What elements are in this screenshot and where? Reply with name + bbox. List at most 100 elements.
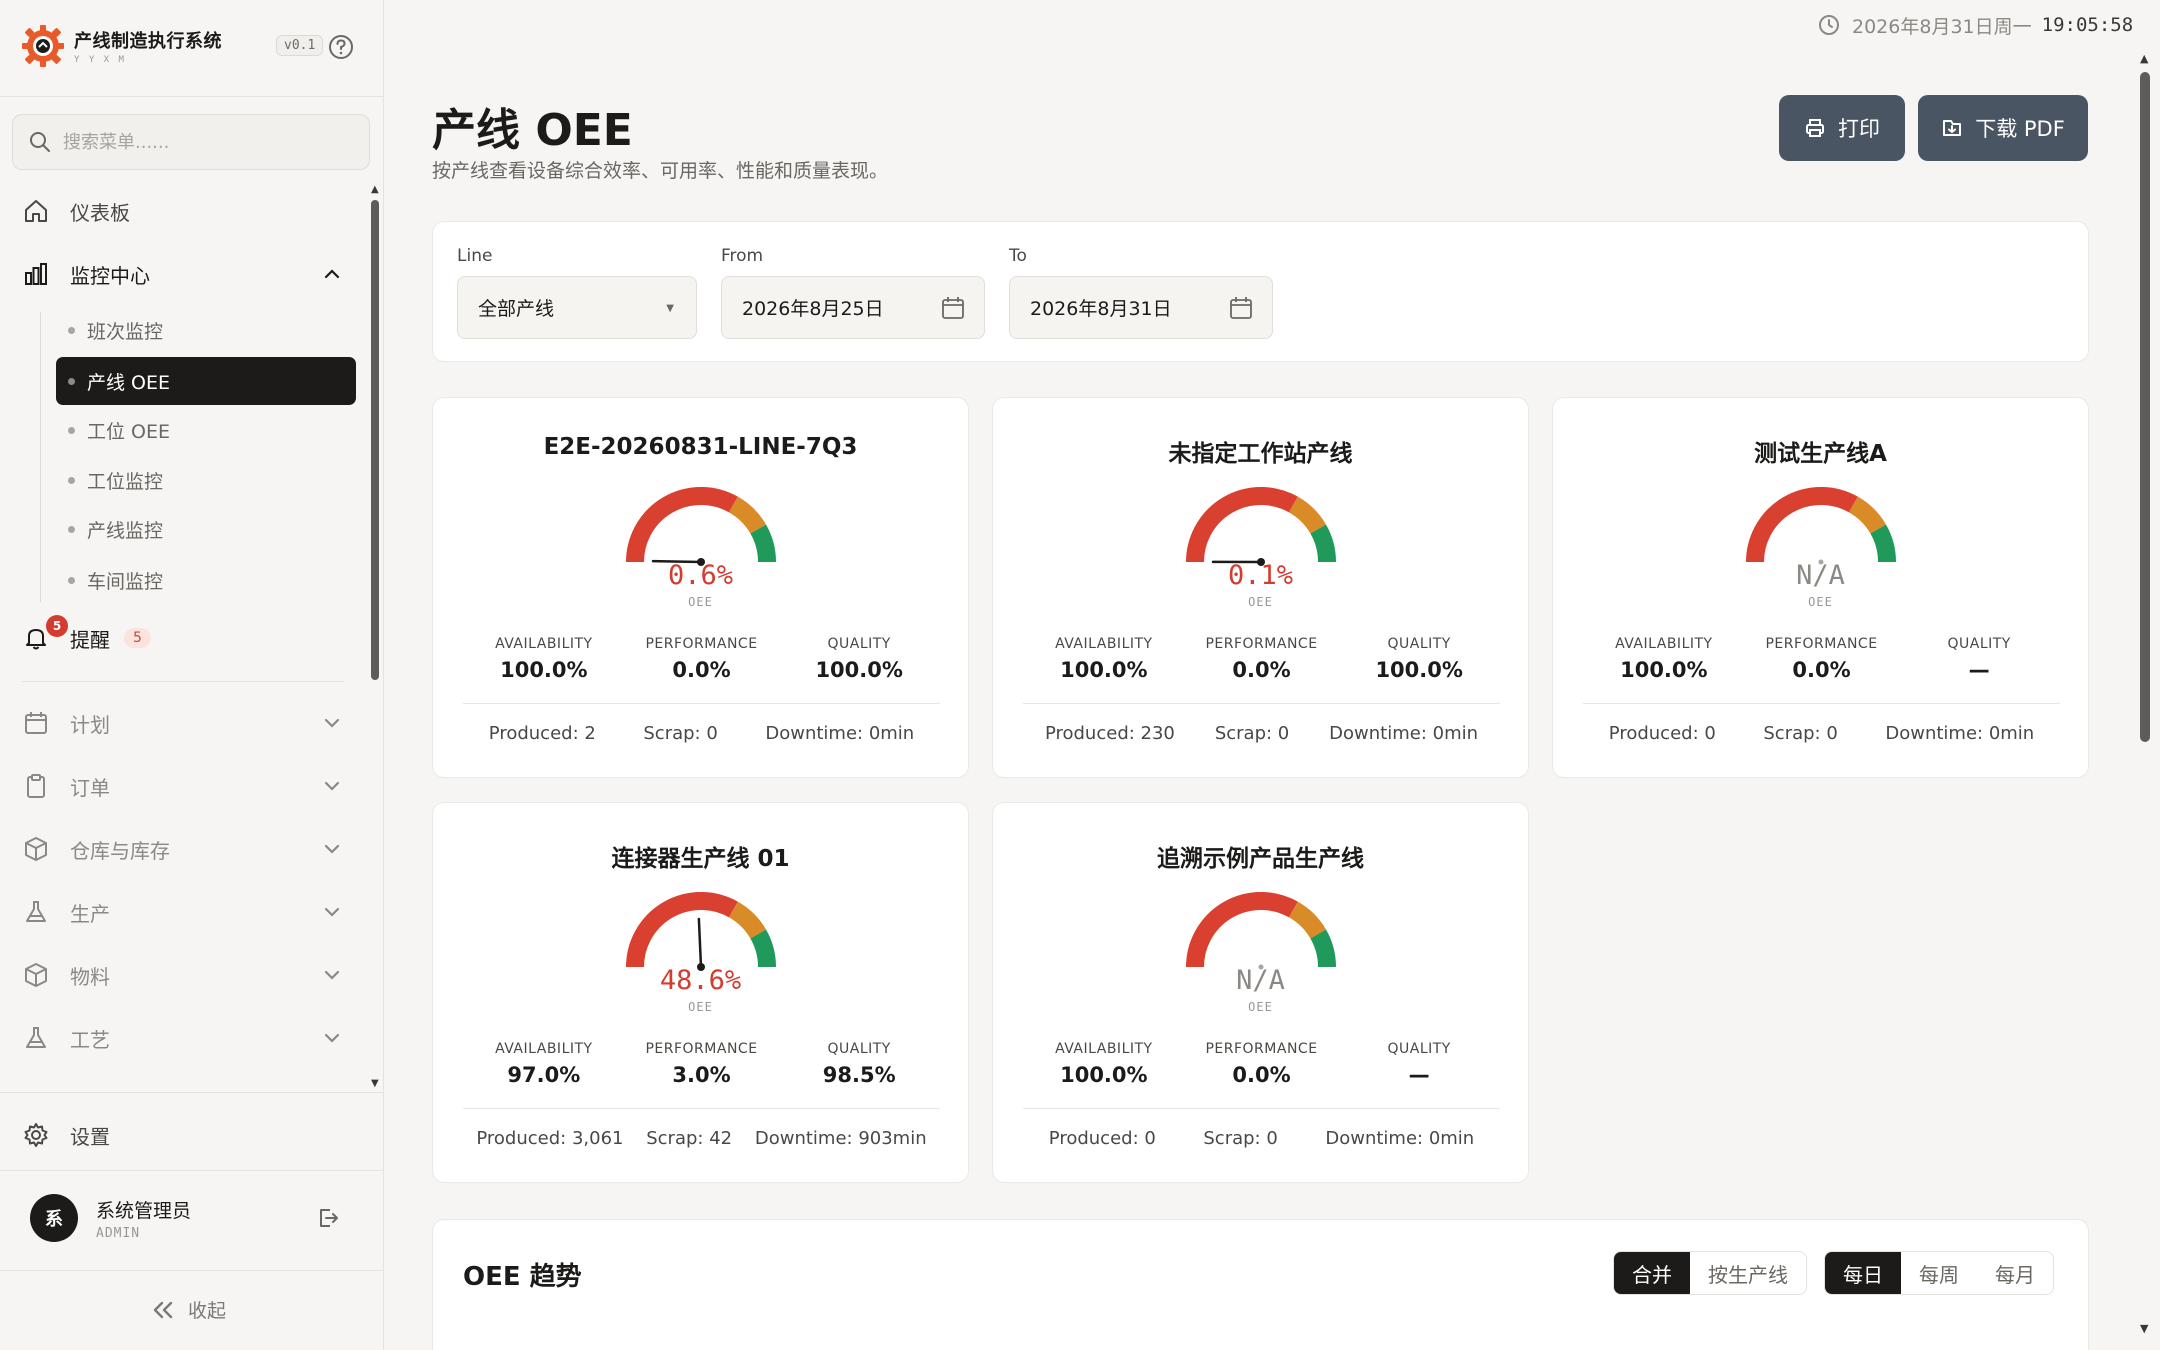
- line-name: 测试生产线A: [1754, 441, 1887, 467]
- home-icon: [25, 200, 47, 222]
- oee-label: OEE: [688, 595, 713, 609]
- sidebar-item-orders[interactable]: 订单: [22, 761, 352, 811]
- sidebar-scroll-down[interactable]: ▼: [371, 1078, 379, 1089]
- mode-merged-button[interactable]: 合并: [1614, 1252, 1690, 1294]
- oee-value: N/A: [1796, 560, 1845, 591]
- sidebar-item-label: 监控中心: [70, 263, 150, 288]
- sidebar-scroll-up[interactable]: ▲: [371, 184, 379, 195]
- gauge-green-segment: [1310, 929, 1337, 968]
- sidebar-subitem-line-oee[interactable]: 产线 OEE: [56, 357, 356, 405]
- oee-value: 48.6%: [659, 965, 742, 996]
- produced-count: Produced: 230: [1044, 723, 1175, 744]
- sidebar-subitem-station-monitor[interactable]: 工位监控: [56, 456, 356, 504]
- search-box[interactable]: [12, 114, 370, 170]
- sidebar-item-production[interactable]: 生产: [22, 887, 352, 937]
- sidebar-item-label: 仓库与库存: [70, 838, 170, 863]
- sidebar-item-alerts[interactable]: 提醒 5: [22, 613, 352, 663]
- page-scrollbar[interactable]: [2140, 72, 2150, 742]
- metric-row: AVAILABILITY 100.0% PERFORMANCE 0.0% QUA…: [1585, 636, 2058, 696]
- sidebar-item-plan[interactable]: 计划: [22, 698, 352, 748]
- stats-row: Produced: 0 Scrap: 0 Downtime: 0min: [1585, 723, 2058, 744]
- user-role: ADMIN: [96, 1225, 141, 1241]
- metric-label: QUALITY: [827, 636, 891, 652]
- produced-count: Produced: 0: [1608, 723, 1716, 744]
- sidebar-divider: [0, 96, 384, 97]
- to-filter-label: To: [1009, 246, 1027, 266]
- gauge-green-segment: [1870, 524, 1897, 563]
- bullet-dot: [68, 576, 75, 584]
- collapse-sidebar-button[interactable]: 收起: [150, 1296, 226, 1323]
- metric-row: AVAILABILITY 97.0% PERFORMANCE 3.0% QUAL…: [465, 1041, 938, 1101]
- metric-label: QUALITY: [827, 1041, 891, 1057]
- quality-value: —: [1408, 1063, 1430, 1087]
- oee-trend-panel: OEE 趋势 合并 按生产线 每日 每周 每月: [432, 1219, 2089, 1350]
- to-date-input[interactable]: 2026年8月31日: [1009, 276, 1273, 339]
- sidebar-item-monitor[interactable]: 监控中心: [22, 249, 352, 299]
- line-select[interactable]: 全部产线 ▼: [457, 276, 697, 339]
- availability-metric: AVAILABILITY 100.0%: [1025, 1041, 1183, 1101]
- print-button[interactable]: 打印: [1779, 95, 1905, 161]
- package-icon: [25, 963, 47, 987]
- logout-icon[interactable]: [316, 1206, 340, 1230]
- period-weekly-button[interactable]: 每周: [1901, 1252, 1977, 1294]
- sidebar-subitem-station-oee[interactable]: 工位 OEE: [56, 406, 356, 454]
- sidebar-item-label: 仪表板: [70, 200, 130, 225]
- sidebar-item-settings[interactable]: 设置: [22, 1110, 110, 1160]
- calendar-icon[interactable]: [1228, 295, 1254, 321]
- card-divider: [463, 703, 940, 704]
- page-scroll-up[interactable]: ▲: [2140, 52, 2148, 65]
- page-scroll-down[interactable]: ▼: [2140, 1322, 2148, 1335]
- sidebar-subitem-label: 班次监控: [87, 320, 164, 343]
- line-oee-card[interactable]: 追溯示例产品生产线 N/A OEE AVAILABILITY 100.0% PE…: [992, 802, 1529, 1183]
- line-oee-card[interactable]: E2E-20260831-LINE-7Q3 0.6% OEE AVAILABIL…: [432, 397, 969, 778]
- period-daily-button[interactable]: 每日: [1825, 1252, 1901, 1294]
- bullet-dot: [68, 326, 75, 334]
- sidebar-item-label: 工艺: [70, 1027, 110, 1052]
- line-oee-card[interactable]: 测试生产线A N/A OEE AVAILABILITY 100.0% PERFO…: [1552, 397, 2089, 778]
- collapse-label: 收起: [188, 1300, 227, 1322]
- mode-by-line-button[interactable]: 按生产线: [1690, 1252, 1806, 1294]
- filter-panel: Line 全部产线 ▼ From 2026年8月25日 To 2026年8月31…: [432, 221, 2089, 362]
- oee-value: N/A: [1236, 965, 1285, 996]
- availability-metric: AVAILABILITY 100.0%: [1025, 636, 1183, 696]
- sidebar-item-materials[interactable]: 物料: [22, 950, 352, 1000]
- performance-metric: PERFORMANCE 0.0%: [623, 636, 781, 696]
- sidebar-item-label: 订单: [70, 775, 110, 800]
- sidebar-subitem-line-monitor[interactable]: 产线监控: [56, 505, 356, 553]
- printer-icon: [1806, 119, 1824, 137]
- sidebar-subitem-workshop-monitor[interactable]: 车间监控: [56, 556, 356, 604]
- line-oee-card[interactable]: 连接器生产线 01 48.6% OEE AVAILABILITY 97.0% P…: [432, 802, 969, 1183]
- trend-title: OEE 趋势: [463, 1262, 582, 1292]
- gauge-green-segment: [750, 524, 777, 563]
- sidebar-item-process[interactable]: 工艺: [22, 1013, 352, 1063]
- line-name: E2E-20260831-LINE-7Q3: [543, 434, 858, 460]
- stats-row: Produced: 2 Scrap: 0 Downtime: 0min: [465, 723, 938, 744]
- performance-value: 0.0%: [1232, 658, 1291, 682]
- line-oee-card[interactable]: 未指定工作站产线 0.1% OEE AVAILABILITY 100.0% PE…: [992, 397, 1529, 778]
- scrap-count: Scrap: 0: [643, 723, 718, 744]
- sidebar-item-warehouse[interactable]: 仓库与库存: [22, 824, 352, 874]
- gauge-orange-segment: [728, 496, 766, 534]
- from-date-input[interactable]: 2026年8月25日: [721, 276, 985, 339]
- sidebar-item-dashboard[interactable]: 仪表板: [22, 186, 352, 236]
- sidebar-scrollbar[interactable]: [371, 200, 379, 680]
- gauge-red-segment: [1186, 487, 1298, 563]
- quality-metric: QUALITY 100.0%: [780, 636, 938, 696]
- question-circle-icon[interactable]: [328, 34, 354, 60]
- metric-label: AVAILABILITY: [495, 636, 593, 652]
- oee-label: OEE: [1248, 1000, 1273, 1014]
- performance-value: 0.0%: [1792, 658, 1851, 682]
- oee-value: 0.1%: [1227, 560, 1294, 591]
- brand[interactable]: 产线制造执行系统 Y Y X M v0.1: [20, 22, 360, 70]
- download-pdf-button[interactable]: 下载 PDF: [1918, 95, 2088, 161]
- calendar-icon[interactable]: [940, 295, 966, 321]
- clock-date: 2026年8月31日周一: [1852, 15, 2032, 38]
- brand-title: 产线制造执行系统: [74, 31, 222, 52]
- chevron-down-icon: [324, 970, 340, 980]
- sidebar-subitem-shift-monitor[interactable]: 班次监控: [56, 306, 356, 354]
- period-monthly-button[interactable]: 每月: [1977, 1252, 2053, 1294]
- search-input[interactable]: [63, 131, 343, 153]
- user-profile[interactable]: 系 系统管理员 ADMIN: [30, 1192, 350, 1244]
- bullet-dot: [68, 476, 75, 484]
- availability-value: 100.0%: [500, 658, 588, 682]
